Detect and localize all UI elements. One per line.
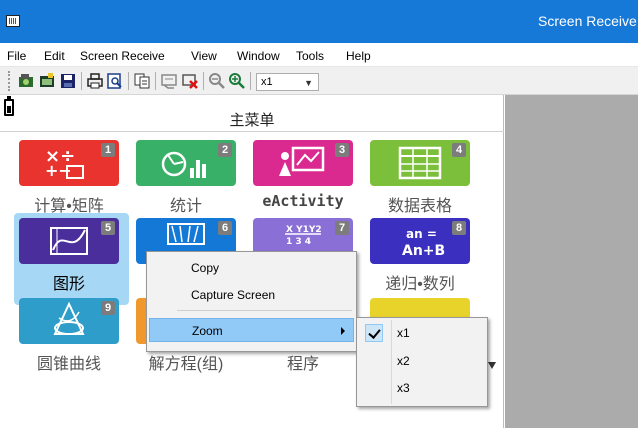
app-label: 解方程(组)	[148, 356, 224, 373]
toolbar: x1 ▼	[0, 67, 638, 95]
toolbar-separator	[128, 72, 129, 90]
app-number-badge: 1	[101, 143, 115, 157]
chevron-down-icon: ▼	[304, 78, 313, 88]
svg-text:1 3 4: 1 3 4	[286, 237, 311, 247]
toolbar-grip[interactable]	[8, 71, 11, 91]
graph-icon: 5	[19, 218, 119, 264]
print-preview-icon[interactable]	[106, 72, 124, 90]
submenu-arrow-icon	[341, 327, 345, 335]
receive-icon[interactable]	[160, 72, 178, 90]
app-number-badge: 5	[101, 221, 115, 235]
calculation-matrix-icon: ×÷ +− 1	[19, 140, 119, 186]
app-tile-5[interactable]: 5 图形	[14, 213, 129, 305]
zoom-option-x2[interactable]: x2	[359, 349, 485, 373]
app-window-icon[interactable]	[6, 15, 20, 27]
toolbar-separator	[81, 72, 82, 90]
app-label: 圆锥曲线	[36, 356, 101, 373]
recursion-icon: an = An+B 8	[370, 218, 470, 264]
zoom-select[interactable]: x1 ▼	[256, 73, 319, 91]
app-number-badge: 8	[452, 221, 466, 235]
context-menu-separator	[177, 310, 352, 311]
menu-window[interactable]: Window	[237, 49, 280, 63]
zoom-option-label: x2	[397, 354, 410, 368]
menu-bar: File Edit Screen Receive View Window Too…	[0, 44, 638, 67]
stop-receive-icon[interactable]	[181, 72, 199, 90]
menu-file[interactable]: File	[7, 49, 26, 63]
app-number-badge: 7	[335, 221, 349, 235]
app-label: eActivity	[262, 192, 344, 210]
context-menu-zoom[interactable]: Zoom	[149, 318, 354, 342]
eactivity-icon: 3	[253, 140, 353, 186]
checkmark-icon	[365, 324, 383, 342]
spreadsheet-icon: 4	[370, 140, 470, 186]
zoom-option-x1[interactable]: x1	[359, 321, 485, 345]
toolbar-separator	[155, 72, 156, 90]
window-title: Screen Receive	[538, 13, 637, 29]
toolbar-separator	[250, 72, 251, 90]
context-menu: Copy Capture Screen Zoom	[146, 251, 357, 352]
heading-divider	[0, 131, 504, 132]
context-menu-label: Copy	[191, 261, 220, 275]
svg-text:An+B: An+B	[402, 243, 445, 259]
app-tile-8[interactable]: an = An+B 8 递归•数列	[365, 213, 480, 305]
app-label: 递归•数列	[385, 276, 455, 293]
statistics-icon: 2	[136, 140, 236, 186]
print-icon[interactable]	[86, 72, 104, 90]
app-tile-9[interactable]: 9 圆锥曲线	[14, 293, 129, 385]
zoom-out-icon[interactable]	[208, 72, 226, 90]
scroll-down-icon[interactable]	[488, 362, 496, 369]
context-menu-label: Capture Screen	[191, 288, 276, 302]
zoom-submenu: x1 x2 x3	[356, 317, 488, 407]
app-number-badge: 6	[218, 221, 232, 235]
title-bar: Screen Receive	[0, 0, 638, 43]
app-number-badge: 9	[101, 301, 115, 315]
zoom-option-label: x3	[397, 381, 410, 395]
menu-edit[interactable]: Edit	[44, 49, 65, 63]
zoom-option-x3[interactable]: x3	[359, 376, 485, 400]
svg-text:an =: an =	[406, 227, 437, 241]
screen-view-area	[505, 95, 638, 428]
menu-help[interactable]: Help	[346, 49, 371, 63]
app-number-badge: 3	[335, 143, 349, 157]
app-number-badge: 2	[218, 143, 232, 157]
toolbar-separator	[203, 72, 204, 90]
save-icon[interactable]	[59, 72, 77, 90]
app-label: 程序	[286, 356, 319, 373]
zoom-option-label: x1	[397, 326, 410, 340]
context-menu-copy[interactable]: Copy	[149, 256, 354, 280]
conics-icon: 9	[19, 298, 119, 344]
app-label: 图形	[52, 276, 85, 293]
app-number-badge: 4	[452, 143, 466, 157]
copy-icon[interactable]	[133, 72, 151, 90]
zoom-in-icon[interactable]	[228, 72, 246, 90]
new-window-icon[interactable]	[38, 72, 56, 90]
menu-tools[interactable]: Tools	[296, 49, 324, 63]
menu-view[interactable]: View	[191, 49, 217, 63]
page-title: 主菜单	[229, 112, 275, 129]
context-menu-label: Zoom	[192, 324, 223, 338]
open-capture-icon[interactable]	[17, 72, 35, 90]
context-menu-capture-screen[interactable]: Capture Screen	[149, 283, 354, 307]
menu-screen-receive[interactable]: Screen Receive	[80, 49, 165, 63]
zoom-select-value: x1	[261, 76, 273, 88]
